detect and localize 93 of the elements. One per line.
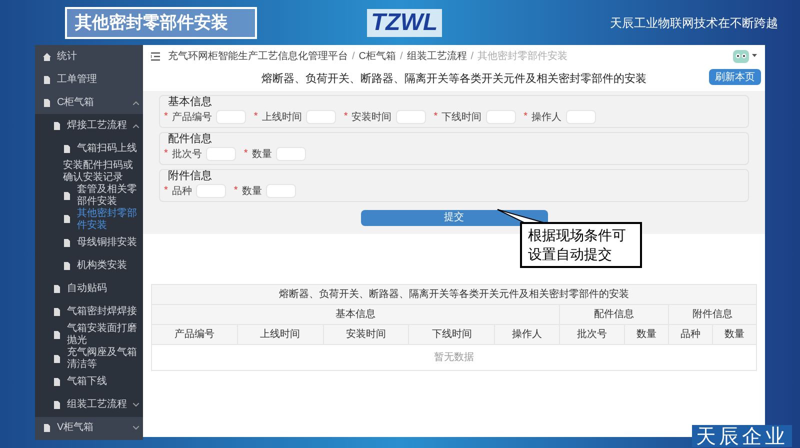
input-field[interactable]	[306, 110, 336, 124]
avatar-icon[interactable]	[732, 48, 750, 64]
sidebar-item[interactable]: 气箱密封焊焊接	[35, 300, 143, 324]
input-field[interactable]	[276, 147, 306, 161]
sidebar-item[interactable]: 安装配件扫码或确认安装记录	[35, 160, 143, 184]
document-icon	[53, 308, 61, 316]
field-label: 上线时间	[262, 110, 302, 124]
document-icon	[53, 284, 61, 293]
field-label: 产品编号	[172, 110, 212, 124]
table-header-cell: 数量	[624, 324, 668, 344]
table-header-cell: 下线时间	[408, 324, 495, 344]
breadcrumb-link[interactable]: 充气环网柜智能生产工艺信息化管理平台	[168, 48, 348, 64]
required-mark: *	[254, 112, 258, 122]
document-icon	[43, 76, 51, 84]
document-icon	[53, 355, 61, 364]
refresh-button[interactable]: 刷新本页	[709, 69, 761, 85]
document-icon	[43, 424, 51, 432]
document-icon	[53, 331, 61, 340]
field-label: 操作人	[532, 110, 562, 124]
menu-icon[interactable]	[151, 52, 160, 60]
empty-message: 暂无数据	[152, 344, 756, 370]
input-field[interactable]	[486, 110, 516, 124]
table-header-cell: 配件信息	[560, 304, 668, 324]
breadcrumb-separator: /	[352, 50, 355, 64]
required-mark: *	[164, 186, 168, 196]
chevron-up-icon	[133, 124, 139, 128]
required-mark: *	[524, 112, 528, 122]
input-field[interactable]	[566, 110, 596, 124]
chevron-down-icon	[133, 403, 139, 408]
sidebar-item[interactable]: 气箱下线	[35, 370, 143, 394]
table-header-cell: 基本信息	[152, 304, 560, 324]
sidebar-item[interactable]: 其他密封零部件安装	[35, 208, 143, 232]
document-icon	[63, 144, 71, 152]
input-field[interactable]	[266, 184, 296, 198]
field-label: 安装时间	[352, 110, 392, 124]
field-label: 下线时间	[442, 110, 482, 124]
required-mark: *	[164, 112, 168, 122]
field-label: 批次号	[172, 148, 202, 162]
required-mark: *	[234, 186, 238, 196]
input-field[interactable]	[216, 110, 246, 124]
required-mark: *	[244, 149, 248, 159]
form-title: 熔断器、负荷开关、断路器、隔离开关等各类开关元件及相关密封零部件的安装	[262, 72, 646, 87]
table-header-cell: 批次号	[560, 324, 624, 344]
table-header-cell: 安装时间	[323, 324, 409, 344]
chevron-up-icon	[133, 100, 139, 104]
breadcrumb-link[interactable]: C柜气箱	[358, 48, 396, 64]
slogan: 天辰工业物联网技术在不断跨越	[610, 14, 778, 32]
required-mark: *	[434, 112, 438, 122]
breadcrumb-separator: /	[400, 50, 403, 64]
document-icon	[63, 238, 71, 247]
section-title: 附件信息	[168, 170, 213, 183]
sidebar-item[interactable]: 气箱扫码上线	[35, 137, 143, 160]
document-icon	[53, 378, 61, 386]
brand-name: 天辰企业	[692, 425, 792, 447]
breadcrumb-separator: /	[470, 50, 474, 64]
sidebar-item[interactable]: 充气阀座及气箱清洁等	[35, 347, 143, 371]
section-title: 配件信息	[168, 133, 213, 146]
table-header-cell: 数量	[712, 324, 756, 344]
input-field[interactable]	[206, 147, 236, 161]
required-mark: *	[164, 149, 168, 159]
field-label: 数量	[252, 148, 272, 162]
table-header-cell: 产品编号	[152, 324, 238, 344]
document-icon	[63, 262, 71, 270]
input-field[interactable]	[396, 110, 426, 124]
table-header-cell: 品种	[668, 324, 712, 344]
sidebar-item[interactable]: 组装工艺流程	[35, 394, 143, 417]
document-icon	[63, 192, 71, 200]
sidebar-item[interactable]: 自动贴码	[35, 277, 143, 300]
submit-button[interactable]: 提交	[360, 210, 548, 226]
field-label: 数量	[242, 184, 262, 198]
document-icon	[63, 215, 71, 224]
section-title: 基本信息	[168, 96, 213, 109]
chevron-down-icon	[133, 426, 139, 430]
logo: TZWL	[367, 8, 442, 36]
table-header-cell: 熔断器、负荷开关、断路器、隔离开关等各类开关元件及相关密封零部件的安装	[152, 284, 756, 304]
input-field[interactable]	[196, 184, 226, 198]
table-header-cell: 附件信息	[668, 304, 756, 324]
document-icon	[53, 122, 61, 130]
sidebar-item[interactable]: 机构类安装	[35, 254, 143, 278]
sidebar-item[interactable]: 母线铜排安装	[35, 231, 143, 254]
sidebar-item[interactable]: 焊接工艺流程	[35, 114, 143, 137]
sidebar-item[interactable]: 套管及相关零部件安装	[35, 184, 143, 208]
breadcrumb-link[interactable]: 组装工艺流程	[406, 48, 467, 64]
document-icon	[43, 98, 51, 106]
table-header-cell: 操作人	[494, 324, 560, 344]
table-header-cell: 上线时间	[237, 324, 324, 344]
required-mark: *	[344, 112, 348, 122]
sidebar-item[interactable]: 气箱安装面打磨抛光	[35, 323, 143, 348]
page-heading: 其他密封零部件安装	[75, 12, 228, 34]
document-icon	[53, 401, 61, 410]
field-label: 品种	[172, 184, 192, 198]
caret-icon[interactable]	[752, 54, 757, 58]
home-icon	[43, 52, 51, 60]
